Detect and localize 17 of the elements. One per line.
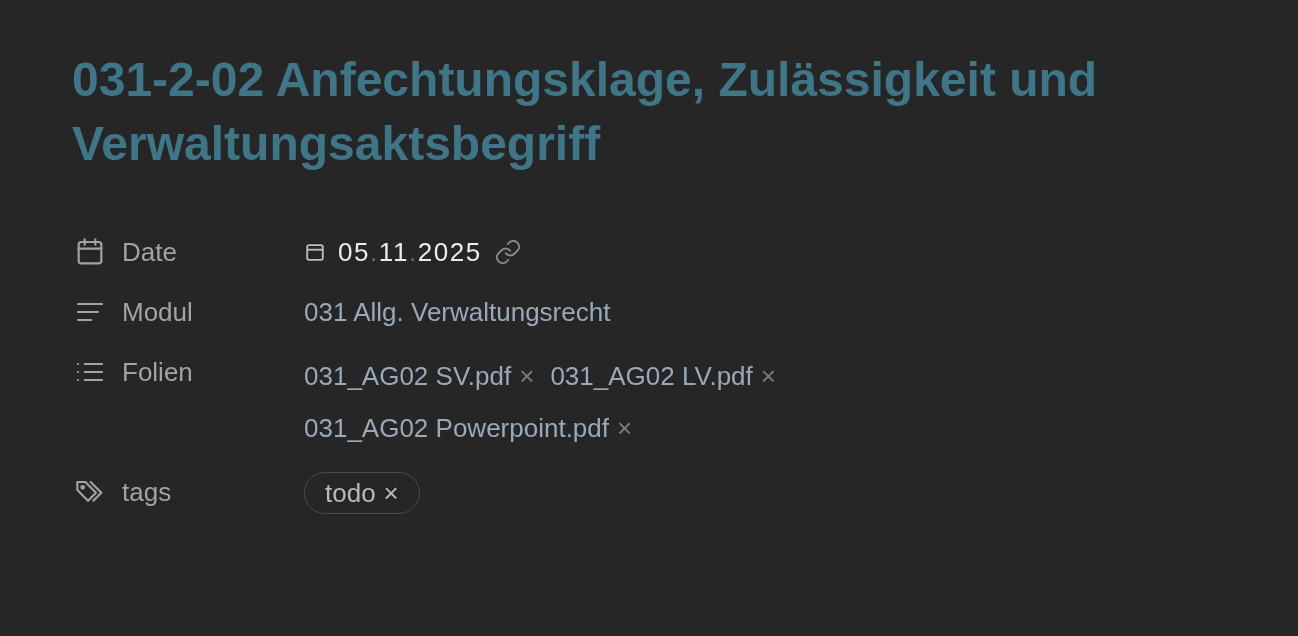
remove-button[interactable]: ×	[519, 356, 535, 396]
file-link[interactable]: 031_AG02 SV.pdf	[304, 356, 512, 396]
remove-button[interactable]: ×	[617, 408, 633, 448]
page-title: 031-2-02 Anfechtungsklage, Zulässigkeit und Verwaltungsaktsbegriff	[72, 52, 1099, 172]
remove-button[interactable]: ×	[383, 473, 399, 513]
property-label: Folien	[122, 355, 193, 389]
calendar-icon	[304, 241, 326, 263]
tag-label: todo	[325, 476, 376, 510]
property-value[interactable]: 031 Allg. Verwaltungsrecht	[304, 292, 611, 332]
link-icon[interactable]	[493, 238, 522, 266]
file-link[interactable]: 031_AG02 Powerpoint.pdf	[304, 408, 609, 448]
property-label: Modul	[122, 295, 193, 329]
date-value[interactable]: 05.11.2025	[338, 232, 482, 272]
property-label: tags	[122, 475, 172, 509]
remove-button[interactable]: ×	[760, 356, 776, 396]
file-link[interactable]: 031_AG02 LV.pdf	[550, 356, 753, 396]
property-label: Date	[122, 235, 177, 269]
